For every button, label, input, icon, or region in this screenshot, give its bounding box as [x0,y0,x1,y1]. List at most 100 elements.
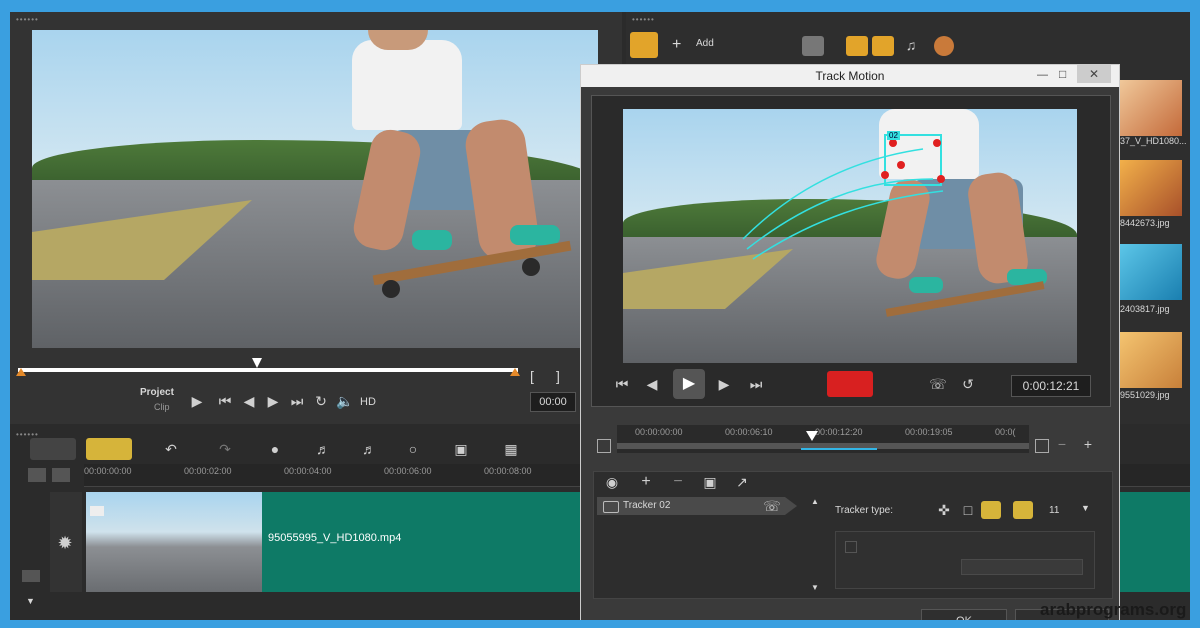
timeline-view-button[interactable] [86,438,132,460]
subtitle-editor-icon[interactable]: ▣ [450,438,472,460]
close-icon[interactable]: ✕ [1077,65,1111,83]
library-thumb-4[interactable] [1120,332,1182,388]
tracker-area-icon[interactable]: □ [957,499,979,521]
photo-filter-icon[interactable] [872,36,894,56]
zoom-out-icon[interactable]: − [1051,433,1073,455]
size-dropdown-icon[interactable]: ▼ [1081,503,1090,513]
play-icon[interactable]: ▶ [186,390,208,412]
export-icon[interactable]: ↗ [731,471,753,493]
tracker-multipoint-icon[interactable] [981,501,1001,519]
dialog-tick: 00:00:06:10 [725,427,773,437]
clip-type-icon [90,506,104,516]
mark-out-handle-icon[interactable] [510,368,520,376]
library-thumb-2[interactable] [1120,160,1182,216]
search-web-icon[interactable] [934,36,954,56]
motion-path-overlay [742,134,945,260]
timeline-tick: 00:00:04:00 [284,466,332,476]
library-thumb-2-label: 8442673.jpg [1120,218,1170,228]
media-library-icon[interactable] [630,32,658,58]
project-mode-label[interactable]: Project [140,387,174,398]
mark-in-button[interactable]: [ [530,368,534,384]
track-manager-icon[interactable] [28,468,46,482]
clip-mode-label[interactable]: Clip [154,402,170,412]
dialog-tick: 00:0( [995,427,1016,437]
step-forward-icon[interactable]: ▶ [262,390,284,412]
add-tracker-icon[interactable]: + [635,471,657,493]
auto-music-icon[interactable]: ♬ [358,438,380,460]
visibility-icon[interactable]: ◉ [601,471,623,493]
preview-scrubber[interactable] [18,368,518,372]
dialog-step-back-icon[interactable]: ◀ [641,373,663,395]
skip-end-icon[interactable]: ⏭ [286,390,308,412]
tracker-link-icon[interactable]: ☏ [761,495,783,517]
scroll-down-icon[interactable]: ▼ [811,583,819,592]
multi-camera-icon[interactable]: ▦ [500,438,522,460]
zoom-in-icon[interactable]: + [1077,433,1099,455]
timeline-clip-thumbnail [86,492,262,592]
playhead-icon[interactable] [252,358,262,368]
dialog-play-button[interactable]: ▶ [673,369,705,399]
tracker-point-icon[interactable]: ✜ [933,499,955,521]
editor-window: •••••• [ ] Project Clip ▶ ⏮ ◀ ▶ ⏭ ↻ 🔈 HD… [10,12,1190,620]
dialog-step-forward-icon[interactable]: ▶ [713,373,735,395]
storyboard-view-button[interactable] [30,438,76,460]
library-thumb-3-label: 2403817.jpg [1120,304,1170,314]
library-thumb-1[interactable] [1120,80,1182,136]
track-record-button[interactable] [827,371,873,397]
watermark: arabprograms.org [1040,600,1187,619]
history-icon[interactable]: ↺ [957,373,979,395]
mosaic-size-value[interactable]: 11 [1049,505,1059,516]
library-thumb-3[interactable] [1120,244,1182,300]
mark-in-handle-icon[interactable] [16,368,26,376]
panel-grip-icon[interactable]: •••••• [16,15,39,24]
timeline-tick: 00:00:02:00 [184,466,232,476]
remove-tracker-icon[interactable]: − [667,471,689,493]
audio-mixer-icon[interactable]: ♬ [312,438,334,460]
dialog-timecode[interactable]: 0:00:12:21 [1011,375,1091,397]
timeline-clip-name: 95055995_V_HD1080.mp4 [268,532,402,544]
record-capture-icon[interactable]: ● [264,438,286,460]
skip-start-icon[interactable]: ⏮ [214,390,236,412]
volume-icon[interactable]: 🔈 [334,390,356,412]
preview-timecode[interactable]: 00:00 [530,392,576,412]
tracker-name[interactable]: Tracker 02 [623,500,670,511]
dialog-skip-start-icon[interactable]: ⏮ [611,373,633,395]
tracker-item-icon [603,501,619,513]
step-back-icon[interactable]: ◀ [238,390,260,412]
ok-button[interactable]: OK [921,609,1007,620]
add-track-icon[interactable] [52,468,70,482]
repeat-icon[interactable]: ↻ [310,390,332,412]
preview-video [32,30,598,348]
mark-in-icon[interactable] [597,439,611,453]
tracker-option-select[interactable] [961,559,1083,575]
video-filter-icon[interactable] [846,36,868,56]
maximize-icon[interactable]: □ [1059,67,1066,81]
tracker-settings-icon[interactable]: ▣ [699,471,721,493]
mark-out-icon[interactable] [1035,439,1049,453]
track-lock-icon[interactable] [22,570,40,582]
tracker-path-icon[interactable]: ☏ [927,373,949,395]
mark-out-button[interactable]: ] [556,368,560,384]
library-thumb-4-label: 9551029.jpg [1120,390,1170,400]
dialog-preview-video: 02 [623,109,1077,363]
expand-tracks-icon[interactable]: ▼ [26,596,35,606]
add-icon[interactable]: + [672,36,681,54]
scroll-up-icon[interactable]: ▲ [811,497,819,506]
folder-icon[interactable] [802,36,824,56]
tracker-option-checkbox[interactable] [845,541,857,553]
preview-panel: •••••• [ ] Project Clip ▶ ⏮ ◀ ▶ ⏭ ↻ 🔈 HD… [10,12,622,424]
dialog-tick: 00:00:00:00 [635,427,683,437]
add-button[interactable]: Add [696,38,714,49]
tracker-type-label: Tracker type: [835,505,893,516]
dialog-skip-end-icon[interactable]: ⏭ [745,373,767,395]
redo-icon[interactable]: ↷ [214,438,236,460]
undo-icon[interactable]: ↶ [160,438,182,460]
music-filter-icon[interactable]: ♫ [900,34,922,56]
library-grip-icon[interactable]: •••••• [632,15,655,24]
hd-toggle[interactable]: HD [360,396,376,408]
motion-tracking-icon[interactable]: ○ [402,438,424,460]
minimize-icon[interactable]: — [1037,69,1048,81]
timeline-tick: 00:00:06:00 [384,466,432,476]
mosaic-icon[interactable] [1013,501,1033,519]
tracked-range [801,448,877,450]
